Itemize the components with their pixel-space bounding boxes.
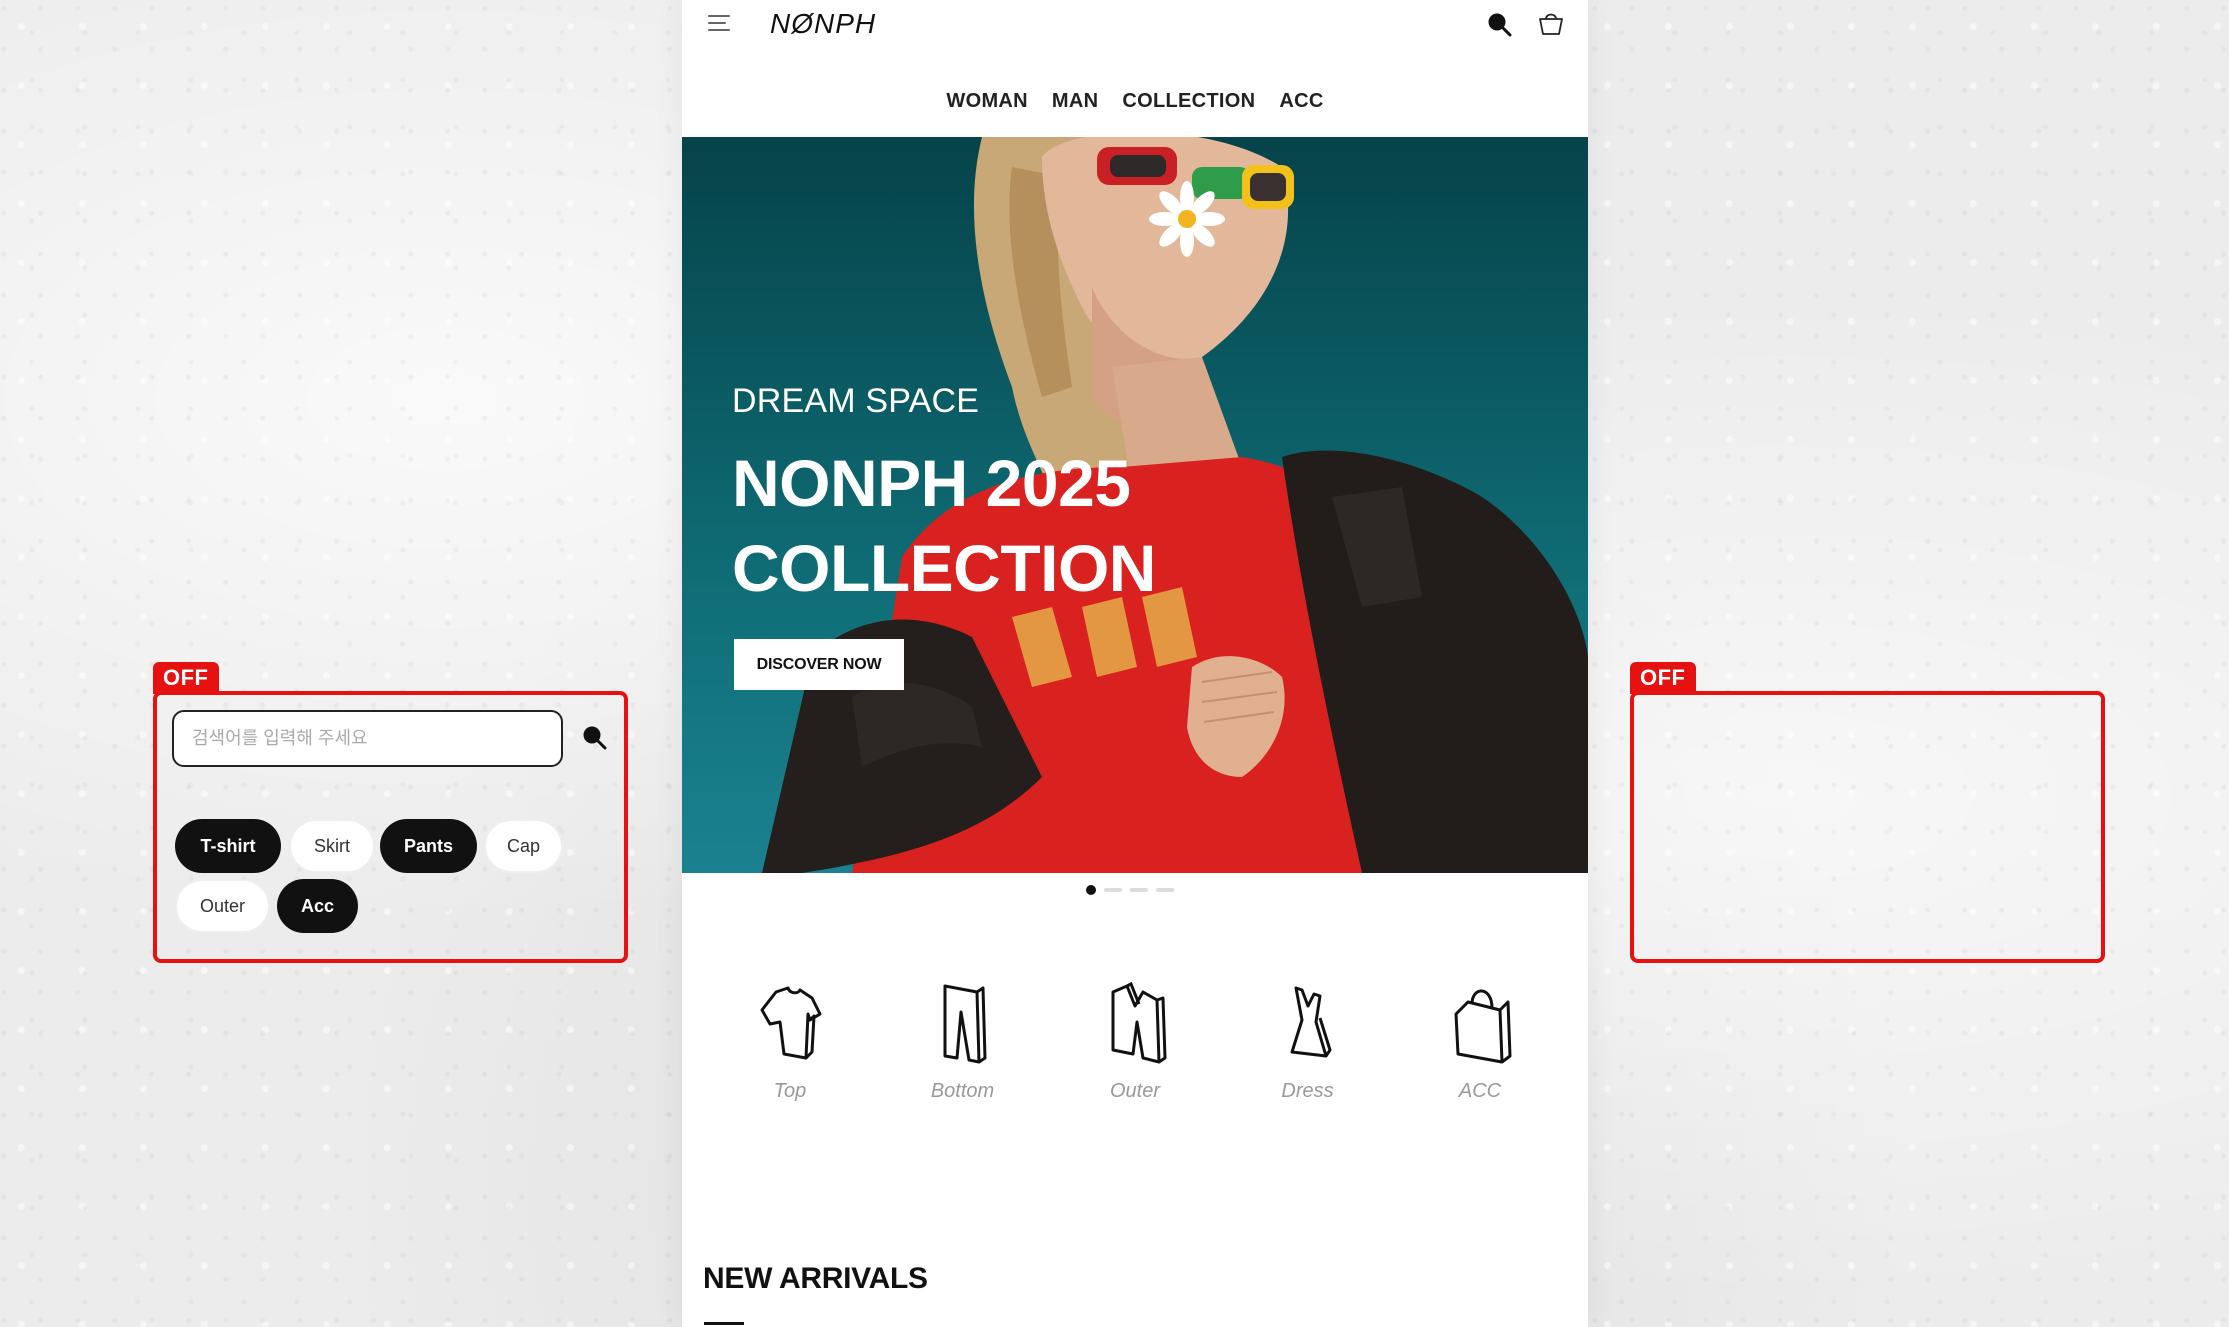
chip-acc[interactable]: Acc	[277, 879, 358, 933]
right-panel-off-badge: OFF	[1630, 662, 1696, 694]
category-top[interactable]: Top	[710, 978, 870, 1103]
chip-tshirt[interactable]: T-shirt	[175, 819, 281, 873]
category-label-acc: ACC	[1458, 1080, 1502, 1102]
top-bar: NØNPH	[682, 0, 1588, 46]
category-label-bottom: Bottom	[930, 1080, 995, 1102]
chip-skirt[interactable]: Skirt	[289, 819, 375, 873]
tshirt-icon	[760, 986, 822, 1060]
category-dress[interactable]: Dress	[1228, 978, 1388, 1103]
search-input[interactable]	[172, 710, 563, 767]
brand-logo[interactable]: NØNPH	[770, 8, 876, 40]
slider-pagination	[1086, 884, 1174, 896]
slide-indicator-2[interactable]	[1104, 888, 1122, 892]
category-label-dress: Dress	[1281, 1080, 1334, 1102]
slide-indicator-4[interactable]	[1156, 888, 1174, 892]
hero-title-line2: COLLECTION	[732, 531, 1156, 605]
jacket-icon	[1111, 981, 1167, 1064]
hamburger-menu-icon[interactable]	[708, 13, 730, 33]
slide-indicator-1[interactable]	[1086, 885, 1096, 895]
nav-woman[interactable]: WOMAN	[946, 90, 1027, 113]
nav-acc[interactable]: ACC	[1279, 90, 1323, 113]
hero-title-line1: NONPH 2025	[732, 446, 1131, 520]
chip-pants[interactable]: Pants	[380, 819, 477, 873]
slide-indicator-3[interactable]	[1130, 888, 1148, 892]
shop-page: NØNPH WOMAN MAN COLLECTION ACC DREAM SPA…	[682, 0, 1588, 1327]
new-arrivals-heading: NEW ARRIVALS	[703, 1262, 928, 1295]
section-underline	[704, 1322, 744, 1325]
discover-now-button[interactable]: DISCOVER NOW	[734, 639, 904, 690]
search-icon[interactable]	[1485, 10, 1513, 38]
search-icon[interactable]	[580, 723, 608, 751]
chip-cap[interactable]: Cap	[484, 819, 563, 873]
shopping-basket-icon[interactable]	[1536, 8, 1566, 38]
hero-subtitle: DREAM SPACE	[732, 382, 980, 420]
nav-man[interactable]: MAN	[1052, 90, 1098, 113]
category-list: Top Bottom Outer Dress ACC	[704, 978, 1566, 1103]
hero-title: NONPH 2025 COLLECTION	[732, 441, 1156, 611]
category-acc[interactable]: ACC	[1400, 978, 1560, 1103]
main-nav: WOMAN MAN COLLECTION ACC	[682, 90, 1588, 113]
bag-icon	[1454, 989, 1512, 1064]
category-bottom[interactable]: Bottom	[883, 978, 1043, 1103]
empty-panel	[1630, 691, 2105, 963]
category-label-outer: Outer	[1109, 1080, 1161, 1102]
category-outer[interactable]: Outer	[1055, 978, 1215, 1103]
nav-collection[interactable]: COLLECTION	[1122, 90, 1255, 113]
pants-icon	[943, 984, 986, 1064]
hero-banner[interactable]: DREAM SPACE NONPH 2025 COLLECTION DISCOV…	[682, 137, 1588, 873]
dress-icon	[1290, 986, 1331, 1058]
chip-outer[interactable]: Outer	[175, 879, 270, 933]
left-panel-off-badge: OFF	[153, 662, 219, 694]
category-label-top: Top	[773, 1080, 807, 1102]
